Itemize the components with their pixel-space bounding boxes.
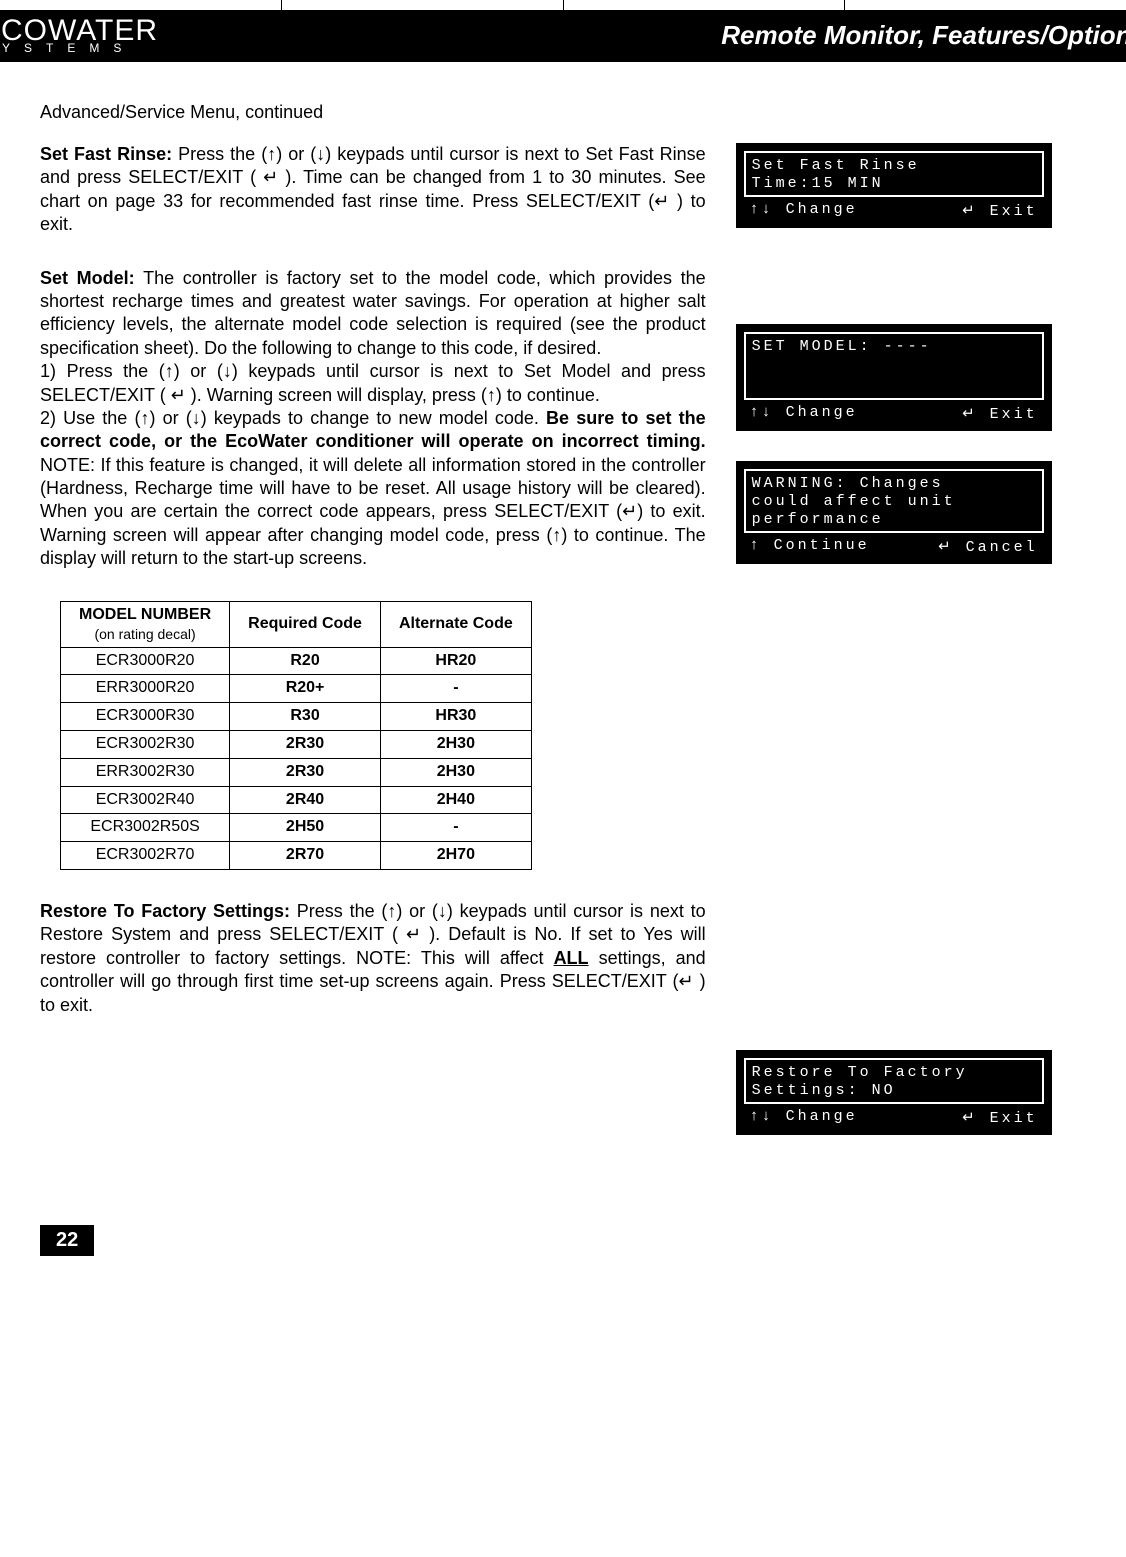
th-alternate: Alternate Code [380,601,531,647]
page-title: Remote Monitor, Features/Options [721,20,1126,51]
table-row: ERR3002R302R302H30 [61,758,532,786]
fast-rinse-title: Set Fast Rinse: [40,144,178,164]
section-fast-rinse: Set Fast Rinse: Press the (↑) or (↓) key… [40,143,706,237]
table-row: ECR3002R302R302H30 [61,731,532,759]
lcd-restore: Restore To Factory Settings: NO ↑↓ Chang… [736,1050,1052,1135]
set-model-body2: 1) Press the (↑) or (↓) keypads until cu… [40,361,706,404]
logo: ECOWATER SYSTEMS [0,16,158,54]
set-model-body3a: 2) Use the (↑) or (↓) keypads to change … [40,408,546,428]
section-set-model: Set Model: The controller is factory set… [40,267,706,571]
page-number: 22 [40,1225,94,1256]
section-restore: Restore To Factory Settings: Press the (… [40,900,706,1017]
continued-label: Advanced/Service Menu, continued [40,102,1086,123]
table-row: ECR3002R402R402H40 [61,786,532,814]
set-model-body3c: NOTE: If this feature is changed, it wil… [40,455,706,569]
th-model: MODEL NUMBER(on rating decal) [61,601,230,647]
table-row: ERR3000R20R20+- [61,675,532,703]
logo-sub: SYSTEMS [0,42,158,54]
table-row: ECR3000R20R20HR20 [61,647,532,675]
lcd-set-model: SET MODEL: ---- ↑↓ Change↵ Exit [736,324,1052,431]
restore-all: ALL [554,948,589,968]
lcd-fast-rinse: Set Fast Rinse Time:15 MIN ↑↓ Change↵ Ex… [736,143,1052,228]
table-row: ECR3000R30R30HR30 [61,703,532,731]
lcd-warning: WARNING: Changes could affect unit perfo… [736,461,1052,564]
set-model-title: Set Model: [40,268,143,288]
table-row: ECR3002R702R702H70 [61,842,532,870]
model-code-table: MODEL NUMBER(on rating decal) Required C… [60,601,532,870]
table-row: ECR3002R50S2H50- [61,814,532,842]
header-bar: ECOWATER SYSTEMS Remote Monitor, Feature… [0,10,1126,62]
restore-title: Restore To Factory Settings: [40,901,297,921]
th-required: Required Code [230,601,381,647]
